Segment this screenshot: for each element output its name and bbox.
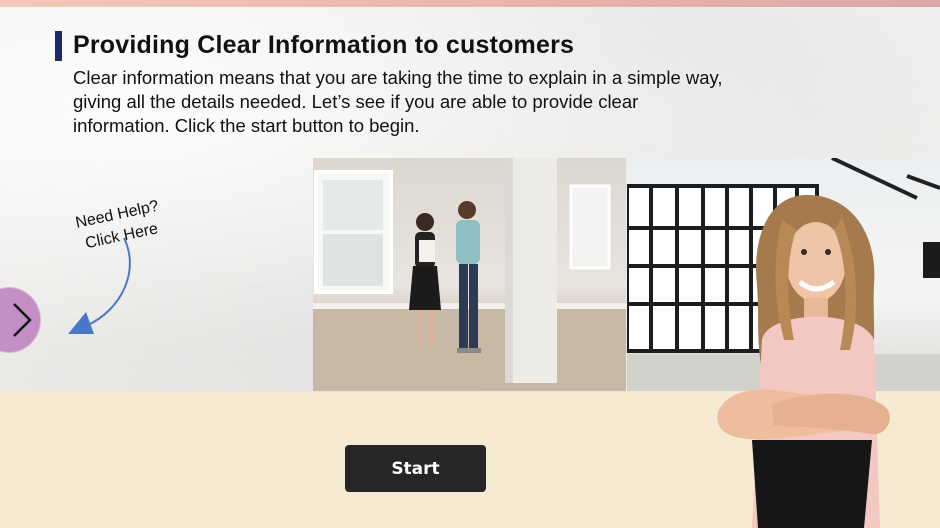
page-title: Providing Clear Information to customers [73, 31, 575, 59]
apartment-photo [313, 158, 626, 391]
lesson-description: Clear information means that you are tak… [73, 67, 723, 136]
title-accent-bar [55, 31, 62, 61]
presenter-woman [717, 195, 890, 528]
top-accent-strip [0, 0, 940, 7]
curved-arrow-icon [68, 237, 131, 334]
chevron-right-icon [13, 303, 32, 337]
start-button[interactable]: Start [345, 445, 486, 492]
